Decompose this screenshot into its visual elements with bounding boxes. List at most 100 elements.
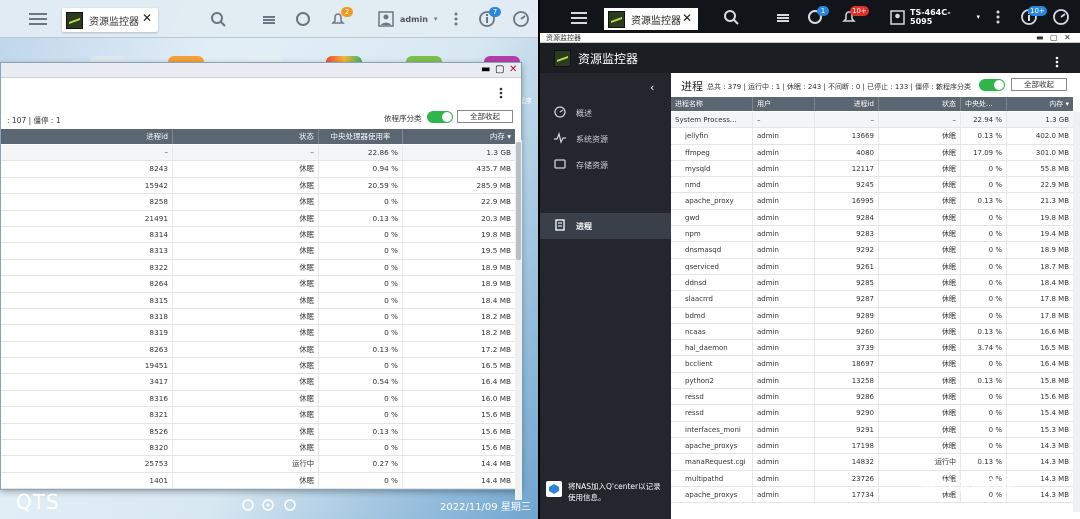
table-row[interactable]: ressd admin 9286 休眠 0 % 15.6 MB [671,389,1073,406]
table-row[interactable]: 8321 休眠 0 % 15.6 MB [1,407,515,424]
table-row[interactable]: apache_proxys admin 17198 休眠 0 % 14.3 MB [671,437,1073,455]
info-button[interactable]: 7 [474,0,501,38]
table-row[interactable]: 3417 休眠 0.54 % 16.4 MB [1,374,515,391]
table-row[interactable]: mysqld admin 12117 休眠 0 % 55.8 MB [671,160,1073,178]
name-cell: jellyfin [671,128,753,144]
table-row[interactable]: gwd admin 9284 休眠 0 % 19.8 MB [671,209,1073,227]
left-scrollbar[interactable] [515,140,522,500]
column-header-memory[interactable]: 内存 ▾ [403,129,515,144]
settings-icon[interactable] [242,496,254,515]
more-vertical-icon[interactable] [1055,53,1059,72]
column-header-memory[interactable]: 内存 ▾ [1007,97,1073,111]
table-row[interactable]: ressd admin 9290 休眠 0 % 15.4 MB [671,405,1073,422]
table-row[interactable]: 21491 休眠 0.13 % 20.3 MB [1,210,515,227]
table-row[interactable]: bcclient admin 18697 休眠 0 % 16.4 MB [671,356,1073,373]
qcenter-hint[interactable]: 将NAS加入Q'center以记录使用信息。 [546,481,668,517]
table-row[interactable]: 8322 休眠 0 % 18.9 MB [1,259,515,277]
sidebar-item-storage-resources[interactable]: 存储资源 [540,152,671,178]
info-badge: 7 [489,7,501,17]
dashboard-button[interactable] [508,0,534,38]
collapse-all-button[interactable]: 全部收起 [1011,78,1067,91]
table-row[interactable]: 8258 休眠 0 % 22.9 MB [1,194,515,211]
table-row[interactable]: ffmpeg admin 4080 休眠 17.09 % 301.0 MB [671,144,1073,161]
right-scrollbar[interactable] [1073,112,1080,512]
column-header-pid[interactable]: 进程id [815,97,879,111]
search-button[interactable] [205,0,231,38]
table-row[interactable]: 8320 休眠 0 % 15.6 MB [1,440,515,457]
column-header-status[interactable]: 状态 [879,97,961,111]
table-row[interactable]: 25753 运行中 0.27 % 14.4 MB [1,456,515,473]
table-row[interactable]: nmd admin 9245 休眠 0 % 22.9 MB [671,177,1073,194]
close-icon[interactable]: ✕ [509,64,517,76]
table-row[interactable]: ddnsd admin 9285 休眠 0 % 18.4 MB [671,274,1073,292]
status-cell: 休眠 [879,356,961,372]
help-icon[interactable] [284,496,296,515]
user-menu[interactable]: admin ▾ [378,0,442,38]
left-scrollbar-thumb[interactable] [516,142,521,260]
table-row[interactable]: 1401 休眠 0 % 14.4 MB [1,472,515,490]
sync-button[interactable] [290,0,316,38]
sidebar-item-processes[interactable]: 进程 [540,213,671,239]
info-button[interactable]: 10+ [1016,0,1047,34]
table-row[interactable]: 8318 休眠 0 % 18.2 MB [1,308,515,326]
group-by-program-toggle[interactable] [427,111,453,123]
column-header-cpu[interactable]: 中央处理器使用率 [319,129,403,144]
background-tasks-button[interactable]: 1 [802,0,829,34]
table-row[interactable]: 8314 休眠 0 % 19.8 MB [1,226,515,244]
table-row[interactable]: hal_daemon admin 3739 休眠 3.74 % 16.5 MB [671,340,1073,357]
main-menu-button[interactable] [22,0,54,38]
close-icon[interactable]: ✕ [682,11,692,25]
table-row[interactable]: 8313 休眠 0 % 19.5 MB [1,243,515,260]
table-row[interactable]: slaacrrd admin 9287 休眠 0 % 17.8 MB [671,291,1073,308]
right-app-tab[interactable]: 资源监控器 ✕ [604,8,698,30]
table-row[interactable]: – –22.86 % 1.3 GB [1,145,515,162]
column-header-status[interactable]: 状态 [173,129,319,144]
table-row[interactable]: 8316 休眠 0 % 16.0 MB [1,390,515,408]
table-row[interactable]: 15942 休眠 20.59 % 285.9 MB [1,177,515,195]
close-icon[interactable]: ✕ [142,11,152,25]
table-row[interactable]: dnsmasqd admin 9292 休眠 0 % 18.9 MB [671,242,1073,259]
column-header-pid[interactable]: 进程id [1,129,173,144]
notifications-button[interactable]: 2 [325,0,353,38]
dashboard-button[interactable] [1048,0,1074,34]
group-by-program-toggle[interactable] [979,79,1005,91]
maximize-icon[interactable]: ▢ [495,64,504,76]
table-row[interactable]: npm admin 9283 休眠 0 % 19.4 MB [671,226,1073,243]
table-row[interactable]: apache_proxy admin 16995 休眠 0.13 % 21.3 MB [671,193,1073,210]
table-row[interactable]: qserviced admin 9261 休眠 0 % 18.7 MB [671,258,1073,275]
table-row[interactable]: 8315 休眠 0 % 18.4 MB [1,292,515,309]
sidebar-item-overview[interactable]: 概述 [540,100,671,126]
more-vertical-icon[interactable] [499,84,503,103]
minimize-icon[interactable]: ▬ [481,64,490,76]
device-menu[interactable]: TS-464C-5095 ▾ [890,0,980,34]
table-row[interactable]: System Process... – – –22.94 % 1.3 GB [671,112,1073,129]
search-icon[interactable] [262,496,274,515]
tasks-button[interactable] [256,0,282,38]
table-row[interactable]: 19451 休眠 0 % 16.5 MB [1,358,515,375]
column-header-name[interactable]: 进程名称 [671,97,753,111]
table-row[interactable]: ncaas admin 9260 休眠 0.13 % 16.6 MB [671,323,1073,341]
table-row[interactable]: interfaces_moni admin 9291 休眠 0 % 15.3 MB [671,421,1073,438]
more-options-button[interactable] [990,0,1006,34]
table-row[interactable]: manaRequest.cgi admin 14832 运行中 0.13 % 14.3 M… [671,454,1073,471]
column-header-user[interactable]: 用户 [753,97,815,111]
table-row[interactable]: 8243 休眠 0.94 % 435.7 MB [1,161,515,178]
notifications-button[interactable]: 10+ [836,0,869,34]
table-row[interactable]: 8526 休眠 0.13 % 15.6 MB [1,423,515,441]
search-button[interactable] [718,0,744,34]
status-cell: 休眠 [879,372,961,389]
table-row[interactable]: 8264 休眠 0 % 18.9 MB [1,276,515,293]
table-row[interactable]: jellyfin admin 13669 休眠 0.13 % 402.0 MB [671,128,1073,145]
sidebar-collapse-icon[interactable]: ‹ [650,81,654,94]
sidebar-item-system-resources[interactable]: 系统资源 [540,126,671,152]
more-options-button[interactable] [448,0,464,38]
table-row[interactable]: python2 admin 13258 休眠 0.13 % 15.8 MB [671,372,1073,390]
main-menu-button[interactable] [564,0,594,34]
table-row[interactable]: 8263 休眠 0.13 % 17.2 MB [1,341,515,359]
column-header-cpu[interactable]: 中央处... [961,97,1007,111]
table-row[interactable]: 8319 休眠 0 % 18.2 MB [1,325,515,342]
table-row[interactable]: bdmd admin 9289 休眠 0 % 17.8 MB [671,307,1073,324]
left-app-tab[interactable]: 资源监控器 ✕ [62,8,158,32]
collapse-all-button[interactable]: 全部收起 [457,110,513,123]
tasks-button[interactable] [770,0,796,34]
